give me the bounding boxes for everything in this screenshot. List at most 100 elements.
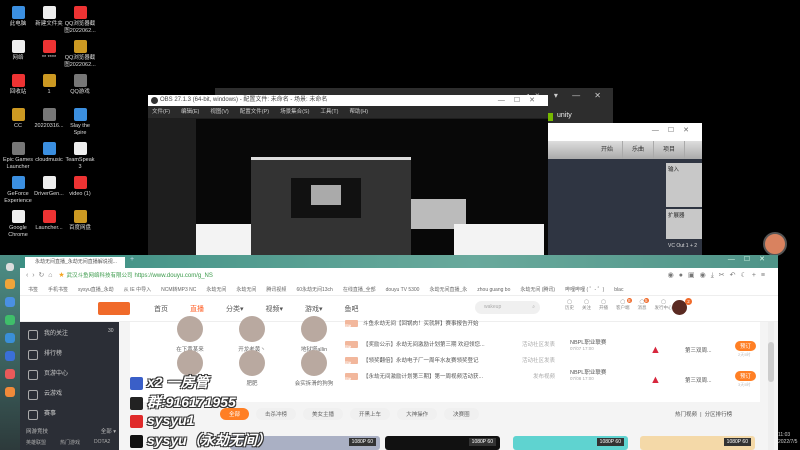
bookmark-item[interactable]: 永劫无间 (腾讯) [520, 287, 555, 293]
desktop-icon[interactable]: 回收站 [2, 74, 34, 96]
obs-menu-item[interactable]: 配置文件(P) [240, 109, 269, 115]
reserve-button[interactable]: 预订 [735, 371, 757, 381]
bookmark-item[interactable]: NCM转MP3 NC [161, 287, 196, 293]
bookmark-item[interactable]: 书签 [28, 287, 38, 293]
bookmark-item[interactable]: sysyu直播_永劫 [78, 287, 114, 293]
desktop-icon[interactable]: 网络 [2, 40, 34, 62]
desktop-icon[interactable]: video (1) [64, 176, 96, 198]
desktop-icon[interactable]: QQ游戏 [64, 74, 96, 96]
desktop-icon[interactable]: ** **** [33, 40, 65, 62]
desktop-icon[interactable]: QQ浏览器截图2022062... [64, 6, 96, 35]
news-item[interactable]: 活动 【奖励公示】永劫无间激励计划第三期 欢迎领您... 活动社区发表 [345, 339, 555, 352]
app-icon[interactable] [5, 369, 15, 379]
filter-chip[interactable]: 美女主播 [303, 408, 344, 420]
obs-menu-item[interactable]: 编辑(E) [181, 109, 199, 115]
nav-item[interactable]: 游戏▾ [305, 306, 323, 313]
news-item[interactable]: 活动 【领奖翻倍】永劫电子厂一周年水友赛领奖登记 活动社区发表 [345, 355, 555, 368]
floating-avatar[interactable] [763, 232, 787, 256]
nav-item[interactable]: 直播 [190, 306, 204, 313]
nav-item[interactable]: 视频▾ [266, 306, 284, 313]
app-icon[interactable] [5, 297, 15, 307]
video-thumbnail[interactable]: 1080P 60 [513, 436, 628, 450]
back-button[interactable]: ‹ [26, 272, 28, 279]
desktop-icon[interactable]: 20220316... [33, 108, 65, 130]
header-icon-button[interactable]: ◯ 开播 [599, 299, 608, 311]
desktop-icon[interactable]: GeForce Experience [2, 176, 34, 205]
search-icon[interactable]: ⌕ [532, 301, 535, 314]
sidebar-item[interactable]: 排行榜 [20, 344, 119, 364]
news-item[interactable]: 活动 斗鱼永劫无间【回锅肉！买就胖】赛事报告开始 [345, 318, 555, 331]
video-thumbnail[interactable]: 1080P 60 [640, 436, 755, 450]
bookmark-item[interactable]: 60永劫无间13ch [296, 287, 332, 293]
tab-active[interactable]: 永劫无间直播_永劫无间直播解说视... [25, 257, 125, 268]
desktop-icon[interactable]: DriverGen... [33, 176, 65, 198]
bookmark-item[interactable]: 从 IE 中导入 [124, 287, 152, 293]
desktop-icon[interactable]: cloudmusic [33, 142, 65, 164]
header-icon-button[interactable]: ◯ 发行中心 [655, 299, 673, 311]
filter-chip[interactable]: 决赛圈 [444, 408, 479, 420]
app-icon[interactable] [5, 333, 15, 343]
anchor-card[interactable]: 在下黄某来 [160, 316, 220, 353]
toolbar-icons[interactable]: ◉●▣◉⤓✂↶☾+≡ [668, 268, 770, 284]
sidebar-item[interactable]: 赛事 [20, 404, 119, 424]
desktop-icon[interactable]: 1 [33, 74, 65, 96]
bookmark-item[interactable]: 永劫无间直播_永 [429, 287, 467, 293]
sidebar-subitem[interactable]: DOTA2 [94, 439, 110, 446]
sidebar-item[interactable]: 页游中心 [20, 364, 119, 384]
scrollbar[interactable] [768, 322, 774, 450]
search-box[interactable]: wakeup ⌕ [475, 301, 540, 314]
obs-menu-item[interactable]: 工具(T) [320, 109, 338, 115]
bookmark-item[interactable]: blac [614, 287, 623, 293]
nav-item[interactable]: 鱼吧 [345, 306, 359, 313]
window-controls[interactable]: —☐✕ [728, 255, 774, 263]
sidebar-subitem[interactable]: 英雄联盟 [26, 439, 46, 446]
start-button[interactable]: 开始 [592, 141, 624, 159]
desktop-icon[interactable]: 此电脑 [2, 6, 34, 28]
rank-link[interactable]: 分区排行榜 [705, 412, 733, 418]
url-input[interactable]: https://www.douyu.com/g_NS [135, 273, 213, 279]
window-controls[interactable]: —☐✕ [652, 126, 698, 134]
desktop-icon[interactable]: CC [2, 108, 34, 130]
forward-button[interactable]: › [32, 272, 34, 279]
app-icon[interactable] [6, 263, 14, 271]
system-clock[interactable]: 11:03 2022/7/5 [778, 432, 797, 446]
header-icon-button[interactable]: ◯ 客户端 8 [616, 298, 632, 311]
app-icon[interactable] [5, 351, 15, 361]
project-button[interactable]: 项目 [654, 141, 686, 159]
anchor-card[interactable]: 会实拆滑的狗狗 [284, 350, 344, 387]
bookmark-item[interactable]: 手机书签 [48, 287, 68, 293]
filter-chip[interactable]: 击杀冲榜 [256, 408, 297, 420]
bookmark-item[interactable]: 腾讯视频 [266, 287, 286, 293]
sidebar-subitem[interactable]: 热门游戏 [60, 439, 80, 446]
bookmark-item[interactable]: douyu TV 5300 [386, 287, 420, 293]
desktop-icon[interactable]: QQ浏览器截图2022062... [64, 40, 96, 69]
bookmark-item[interactable]: 永劫无间 [236, 287, 256, 293]
bookmark-item[interactable]: 哔哩哔哩 ( ゜- ゜) [565, 287, 604, 293]
desktop-icon[interactable]: Epic Games Launcher [2, 142, 34, 171]
obs-menu-item[interactable]: 文件(F) [152, 109, 170, 115]
app-icon[interactable] [5, 279, 15, 289]
news-item[interactable]: 活动 【永劫无间激励计划第三期】第一周视频活动获... 发布视频 [345, 371, 555, 384]
anchor-card[interactable]: 地狱塔allin [284, 316, 344, 353]
window-controls[interactable]: —☐✕ [498, 95, 544, 106]
desktop-icon[interactable]: Slay the Spire [64, 108, 96, 137]
filter-chip[interactable]: 大神操作 [397, 408, 438, 420]
bookmark-item[interactable]: 在线直播_全部 [343, 287, 376, 293]
song-button[interactable]: 乐曲 [623, 141, 655, 159]
desktop-icon[interactable]: Launcher... [33, 210, 65, 232]
reload-button[interactable]: ↻ [38, 272, 44, 279]
nav-item[interactable]: 首页 [154, 306, 168, 313]
new-tab-button[interactable]: + [130, 256, 134, 263]
anchor-card[interactable]: 肥肥 [222, 350, 282, 387]
scrollbar-thumb[interactable] [768, 342, 774, 382]
desktop-icon[interactable]: 新建文件夹 [33, 6, 65, 28]
hot-videos-link[interactable]: 热门视频 [675, 412, 697, 418]
desktop-icon[interactable]: Google Chrome [2, 210, 34, 239]
obs-menu-item[interactable]: 帮助(H) [349, 109, 368, 115]
bookmark-item[interactable]: 永劫无间 [206, 287, 226, 293]
section-more[interactable]: 全部 ▾ [101, 427, 116, 435]
nav-item[interactable]: 分类▾ [226, 306, 244, 313]
header-icon-button[interactable]: ◯ 历史 [565, 299, 574, 311]
desktop-icon[interactable]: 百度网盘 [64, 210, 96, 232]
filter-chip[interactable]: 开黑上车 [350, 408, 391, 420]
